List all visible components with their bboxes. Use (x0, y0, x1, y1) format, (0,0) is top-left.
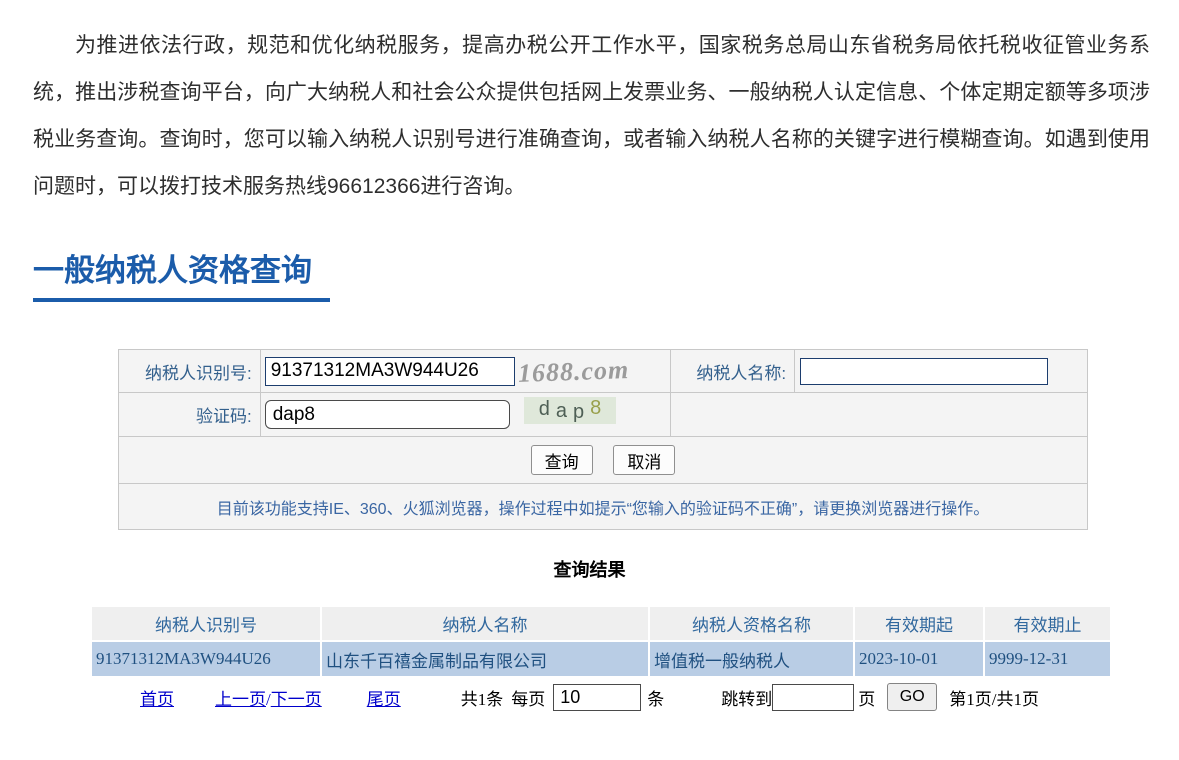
page-info-text: 第1页/共1页 (949, 689, 1039, 709)
first-page-link[interactable]: 首页 (140, 685, 174, 710)
captcha-char: d (538, 398, 556, 420)
column-header-taxpayer-name: 纳税人名称 (322, 607, 648, 640)
jump-page-input[interactable] (772, 683, 855, 711)
form-row-2: 验证码: dap8 (118, 392, 1088, 437)
page-title: 一般纳税人资格查询 (33, 253, 312, 288)
cancel-button[interactable]: 取消 (613, 445, 676, 475)
prev-next-links: 上一页/下一页 (215, 685, 322, 710)
captcha-label: 验证码: (118, 392, 261, 437)
total-count-text: 共1条 (460, 689, 504, 709)
next-page-link[interactable]: 下一页 (271, 690, 322, 709)
captcha-char: a (555, 400, 573, 422)
taxpayer-name-cell (794, 349, 1088, 393)
taxpayer-id-label: 纳税人识别号: (118, 349, 261, 393)
query-form-table: 纳税人识别号: 纳税人名称: 验证码: dap8 查询 (118, 349, 1088, 530)
intro-paragraph: 为推进依法行政，规范和优化纳税服务，提高办税公开工作水平，国家税务总局山东省税务… (33, 34, 1150, 198)
per-page-input[interactable] (553, 683, 642, 711)
empty-cell (670, 392, 1088, 437)
prev-page-link[interactable]: 上一页 (215, 690, 266, 709)
last-page-link[interactable]: 尾页 (367, 685, 401, 710)
per-page-label: 每页 (511, 689, 546, 709)
query-form: 纳税人识别号: 纳税人名称: 验证码: dap8 查询 (118, 349, 1088, 530)
cell-qualification: 增值税一般纳税人 (650, 642, 853, 676)
go-button[interactable]: GO (887, 683, 938, 711)
browser-notice: 目前该功能支持IE、360、火狐浏览器，操作过程中如提示“您输入的验证码不正确”… (118, 483, 1088, 530)
page-root: 为推进依法行政，规范和优化纳税服务，提高办税公开工作水平，国家税务总局山东省税务… (0, 22, 1179, 760)
title-underline (33, 298, 330, 302)
cell-valid-to: 9999-12-31 (985, 642, 1110, 676)
button-row: 查询 取消 (118, 436, 1088, 484)
form-row-buttons: 查询 取消 (118, 436, 1088, 484)
cell-valid-from: 2023-10-01 (855, 642, 983, 676)
taxpayer-id-cell (259, 349, 672, 393)
column-header-valid-from: 有效期起 (855, 607, 983, 640)
per-page-unit: 条 (647, 689, 665, 709)
jump-page-unit: 页 (858, 689, 876, 709)
table-row: 91371312MA3W944U26 山东千百禧金属制品有限公司 增值税一般纳税… (92, 642, 1110, 676)
captcha-input[interactable] (264, 400, 510, 429)
results-title: 查询结果 (553, 560, 626, 580)
captcha-char: 8 (590, 397, 608, 419)
captcha-image[interactable]: dap8 (524, 397, 617, 424)
form-row-1: 纳税人识别号: 纳税人名称: (118, 349, 1088, 393)
taxpayer-name-label: 纳税人名称: (670, 349, 796, 393)
column-header-valid-to: 有效期止 (985, 607, 1110, 640)
cell-taxpayer-id: 91371312MA3W944U26 (92, 642, 320, 676)
form-row-notice: 目前该功能支持IE、360、火狐浏览器，操作过程中如提示“您输入的验证码不正确”… (118, 483, 1088, 530)
results-table: 纳税人识别号 纳税人名称 纳税人资格名称 有效期起 有效期止 91371312M… (90, 605, 1112, 678)
jump-to-label: 跳转到 (721, 689, 773, 709)
taxpayer-name-input[interactable] (800, 357, 1049, 385)
captcha-char: p (572, 401, 591, 423)
results-header-row: 纳税人识别号 纳税人名称 纳税人资格名称 有效期起 有效期止 (92, 607, 1110, 640)
cell-taxpayer-name: 山东千百禧金属制品有限公司 (322, 642, 648, 676)
section-header: 一般纳税人资格查询 (33, 252, 1179, 302)
column-header-taxpayer-id: 纳税人识别号 (92, 607, 320, 640)
pagination-bar: 首页 上一页/下一页 尾页 共1条 每页 条 跳转到 页 GO 第1页/共1页 (92, 680, 1110, 714)
query-button[interactable]: 查询 (530, 445, 593, 475)
taxpayer-id-input[interactable] (264, 356, 515, 386)
column-header-qualification: 纳税人资格名称 (650, 607, 853, 640)
captcha-cell: dap8 (259, 392, 672, 437)
